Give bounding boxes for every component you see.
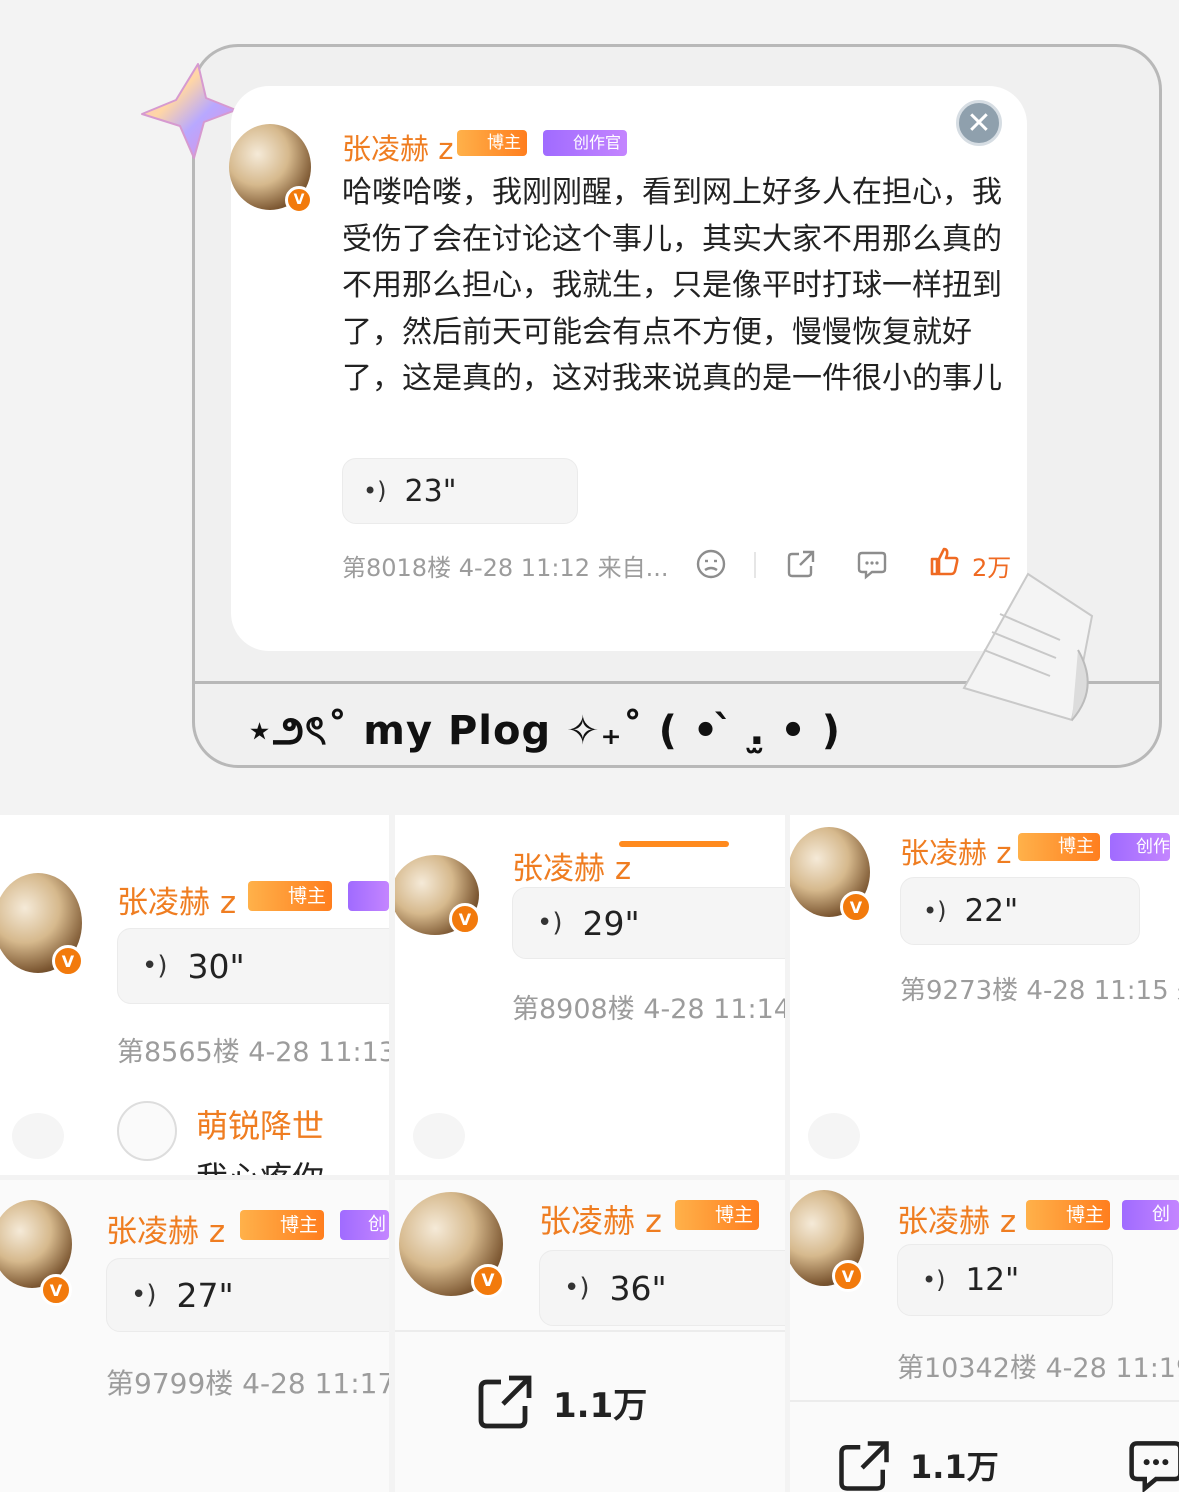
share-icon[interactable] <box>473 1370 537 1434</box>
comment-icon[interactable] <box>856 548 888 580</box>
verified-icon: V <box>285 186 313 214</box>
verified-icon: V <box>52 945 84 977</box>
username[interactable]: 张凌赫 z <box>512 843 631 888</box>
username[interactable]: 张凌赫 z <box>897 1196 1016 1241</box>
post-text: 哈喽哈喽，我刚刚醒，看到网上好多人在担心，我受伤了会在讨论这个事儿，其实大家不用… <box>342 175 1002 396</box>
blogger-badge: 博主 <box>457 130 527 156</box>
voice-wave-icon: •) <box>363 477 387 505</box>
verified-icon: V <box>449 903 481 935</box>
comment-panel-5: V 张凌赫 z 博主 •) 36" 1.1万 <box>395 1180 785 1492</box>
reply-text: 我心疼你 <box>196 1153 324 1175</box>
comment-meta: 第10342楼 4-28 11:19 <box>897 1353 1179 1384</box>
creator-badge: 创 <box>1122 1200 1179 1230</box>
voice-wave-icon: •) <box>131 1280 157 1310</box>
comment-meta: 第8565楼 4-28 11:13 <box>117 1037 389 1068</box>
verified-icon: V <box>832 1260 864 1292</box>
verified-icon: V <box>40 1274 72 1306</box>
emoji-reaction-icon[interactable] <box>695 548 727 580</box>
comment-panel-2: V 张凌赫 z •) 29" 第8908楼 4-28 11:14 <box>395 815 785 1175</box>
voice-wave-icon: •) <box>564 1273 590 1303</box>
like-icon[interactable] <box>808 1113 860 1159</box>
comment-meta: 第9799楼 4-28 11:17 <box>106 1367 389 1400</box>
plog-title: ⋆౨ৎ˚ my Plog ✧₊˚ ( • ̀ .̫ • ) <box>247 708 842 754</box>
like-icon[interactable] <box>413 1113 465 1159</box>
creator-badge: 创作官 <box>543 130 628 156</box>
username[interactable]: 张凌赫 z <box>539 1196 662 1242</box>
blogger-badge: 博主 <box>675 1200 760 1230</box>
voice-wave-icon: •) <box>537 908 563 938</box>
blogger-badge: 博主 <box>1018 833 1100 861</box>
main-post-card: V 张凌赫 z 博主 创作官 哈喽哈喽，我刚刚醒，看到网上好多人在担心，我受伤了… <box>229 86 1027 651</box>
verified-icon: V <box>471 1264 505 1298</box>
comment-panel-6: V 张凌赫 z 博主 创 •) 12" 第10342楼 4-28 11:19 1… <box>790 1180 1179 1492</box>
like-icon[interactable] <box>928 545 960 577</box>
comment-meta: 第8908楼 4-28 11:14 <box>512 994 785 1025</box>
voice-message[interactable]: •) 27" <box>106 1258 389 1332</box>
username[interactable]: 张凌赫 z <box>106 1206 225 1251</box>
comment-panel-1: V 张凌赫 z 博主 •) 30" 第8565楼 4-28 11:13 萌锐降世… <box>0 815 389 1175</box>
panel-divider <box>790 1400 1179 1402</box>
paper-sticker-icon <box>962 572 1094 722</box>
share-icon[interactable] <box>834 1436 894 1492</box>
voice-message[interactable]: •) 23" <box>342 458 578 524</box>
comment-panel-3: V 张凌赫 z 博主 创作 •) 22" 第9273楼 4-28 11:15 来 <box>790 815 1179 1175</box>
creator-badge <box>348 881 389 911</box>
voice-wave-icon: •) <box>923 897 947 925</box>
creator-badge: 创作 <box>1110 833 1170 861</box>
blogger-badge: 博主 <box>240 1210 325 1240</box>
comment-meta: 第9273楼 4-28 11:15 来 <box>900 976 1179 1006</box>
voice-wave-icon: •) <box>922 1266 946 1294</box>
blogger-badge: 博主 <box>248 881 333 911</box>
voice-wave-icon: •) <box>142 951 168 981</box>
share-count: 1.1万 <box>910 1448 999 1486</box>
verified-icon: V <box>840 891 872 923</box>
comment-panel-4: V 张凌赫 z 博主 创 •) 27" 第9799楼 4-28 11:17 <box>0 1180 389 1492</box>
meta-divider <box>754 552 756 578</box>
avatar[interactable] <box>117 1101 177 1161</box>
comment-icon[interactable] <box>1126 1434 1179 1492</box>
close-icon[interactable]: ✕ <box>956 100 1002 146</box>
username[interactable]: 张凌赫 z <box>342 126 453 168</box>
voice-message[interactable]: •) 29" <box>512 887 785 959</box>
post-meta: 第8018楼 4-28 11:12 来自... <box>342 554 669 582</box>
blogger-badge: 博主 <box>1026 1200 1111 1230</box>
username[interactable]: 张凌赫 z <box>117 877 236 922</box>
voice-message[interactable]: •) 30" <box>117 928 389 1004</box>
tab-indicator <box>619 841 729 847</box>
share-count: 1.1万 <box>553 1386 648 1426</box>
username[interactable]: 张凌赫 z <box>900 830 1011 872</box>
like-icon[interactable] <box>12 1113 64 1159</box>
share-icon[interactable] <box>785 548 817 580</box>
voice-message[interactable]: •) 12" <box>897 1244 1113 1316</box>
panel-divider <box>395 1330 785 1332</box>
voice-message[interactable]: •) 36" <box>539 1250 785 1326</box>
voice-message[interactable]: •) 22" <box>900 877 1140 945</box>
creator-badge: 创 <box>340 1210 389 1240</box>
reply-username[interactable]: 萌锐降世 <box>196 1101 324 1147</box>
star-sticker-icon <box>141 63 237 159</box>
